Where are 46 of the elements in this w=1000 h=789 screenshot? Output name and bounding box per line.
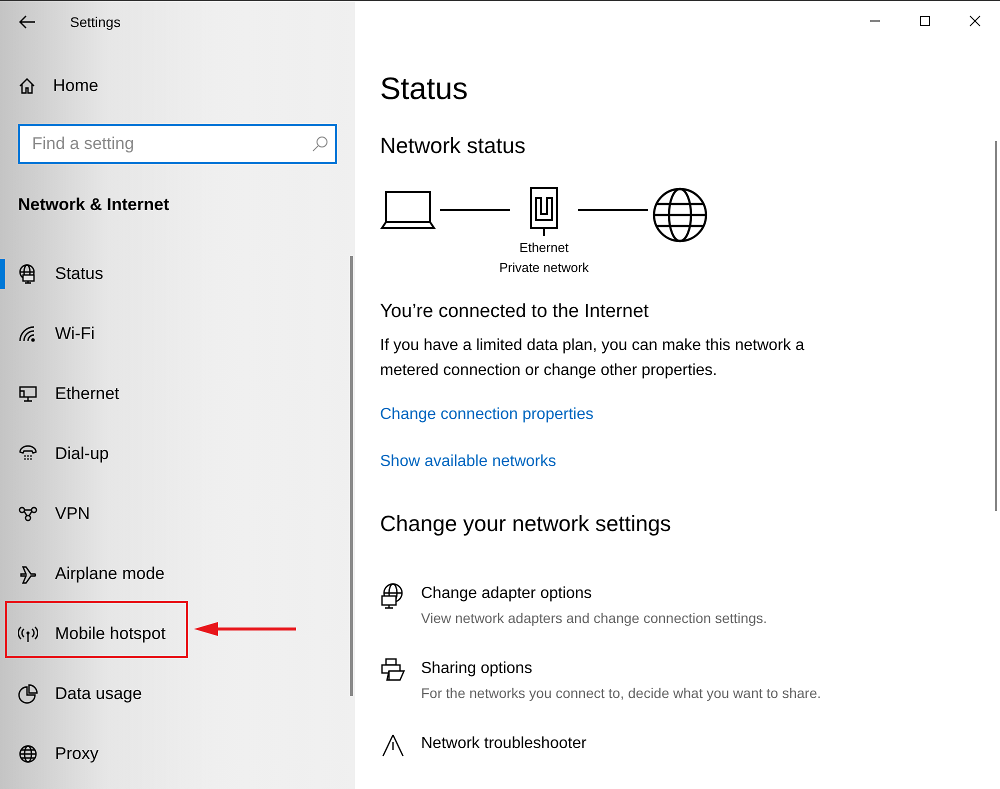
link[interactable]: Show available networks	[380, 450, 556, 474]
section-heading: Network & Internet	[18, 194, 170, 216]
close-icon	[969, 15, 981, 27]
globe-icon	[652, 186, 708, 244]
connector-line	[440, 209, 510, 211]
nav-item[interactable]: VPN	[0, 484, 355, 544]
page-title: Status	[380, 73, 469, 104]
setting-description: For the networks you connect to, decide what you want to share.	[421, 684, 821, 703]
search-field[interactable]: Find a setting	[18, 124, 337, 164]
nav-item[interactable]: Dial-up	[0, 424, 355, 484]
section-heading: Network status	[380, 132, 526, 160]
nav-item[interactable]: Data usage	[0, 664, 355, 724]
home-link[interactable]: Home	[18, 73, 98, 98]
network-type: Private network	[499, 259, 589, 277]
maximize-icon	[919, 15, 931, 27]
setting-description: View network adapters and change connection settings.	[421, 608, 768, 628]
description-text: If you have a limited data plan, you can make this network a metered connection or change other properties.	[380, 336, 806, 380]
antenna-icon	[18, 624, 38, 644]
home-icon	[18, 76, 36, 95]
airplane-icon	[18, 564, 38, 584]
adapter-name: Ethernet	[519, 239, 569, 257]
status-heading: You’re connected to the Internet	[380, 300, 650, 324]
scrollbar[interactable]	[350, 256, 353, 696]
nav-item[interactable]: Wi-Fi	[0, 304, 355, 364]
section-heading: Change your network settings	[380, 510, 672, 538]
link[interactable]: Change connection properties	[380, 402, 594, 426]
back-button[interactable]	[18, 15, 36, 29]
connector-line	[578, 209, 648, 211]
nav-item[interactable]: Status	[0, 244, 355, 304]
nav-item[interactable]: Airplane mode	[0, 544, 355, 604]
nav-item[interactable]: Mobile hotspot	[0, 604, 355, 664]
scrollbar[interactable]	[995, 141, 997, 511]
pie-chart-icon	[18, 684, 38, 704]
nav-item[interactable]: Ethernet	[0, 364, 355, 424]
ethernet-port-icon	[528, 186, 560, 238]
monitor-icon	[18, 384, 38, 404]
setting-title[interactable]: Network troubleshooter	[421, 732, 586, 756]
wifi-icon	[18, 324, 38, 344]
search-icon	[312, 136, 328, 152]
window-title: Settings	[70, 12, 121, 32]
globe-icon	[18, 744, 38, 764]
setting-title[interactable]: Change adapter options	[421, 582, 768, 606]
vpn-icon	[18, 504, 38, 524]
setting-title[interactable]: Sharing options	[421, 656, 821, 680]
back-arrow-icon	[18, 15, 36, 29]
nav-item[interactable]: Proxy	[0, 724, 355, 784]
